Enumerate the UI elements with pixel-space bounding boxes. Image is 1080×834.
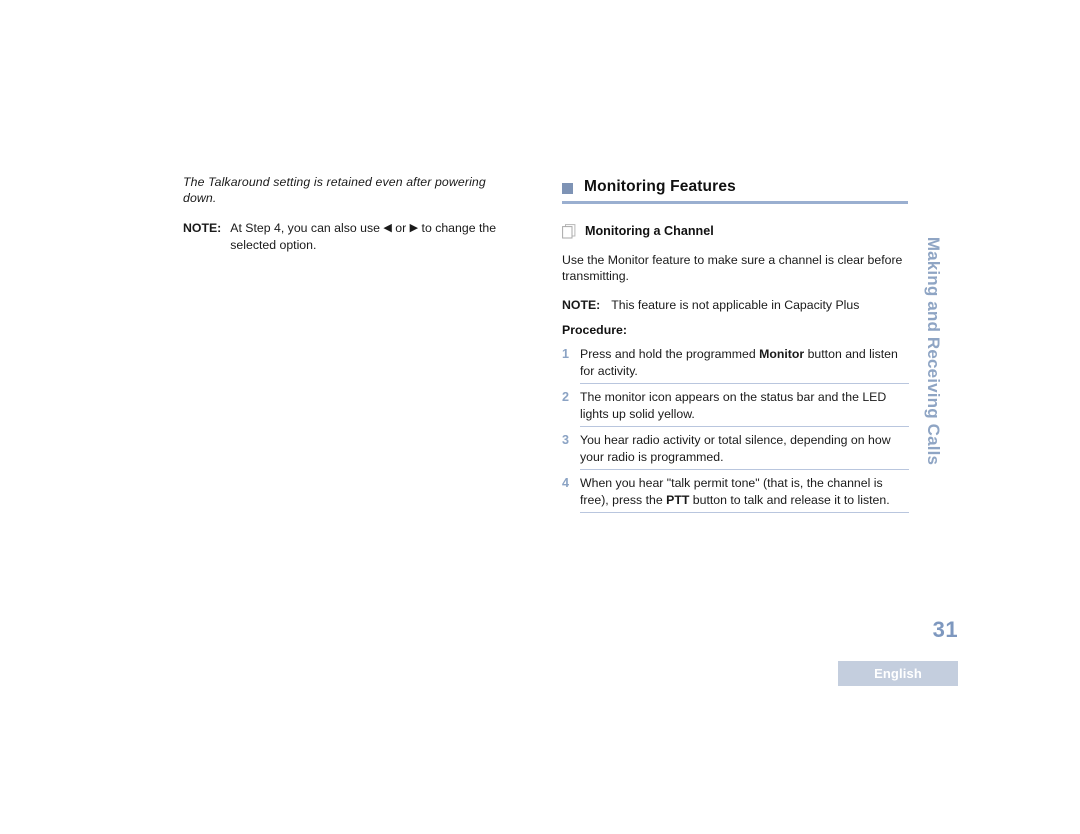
list-item: 2 The monitor icon appears on the status…	[562, 389, 909, 432]
right-arrow-icon: ▶	[409, 222, 419, 234]
left-note-block: NOTE: At Step 4, you can also use ◀ or ▶…	[183, 220, 519, 253]
list-item: 1 Press and hold the programmed Monitor …	[562, 346, 909, 389]
right-column: Monitoring Features Monitoring a Channel…	[562, 178, 909, 518]
right-note-block: NOTE: This feature is not applicable in …	[562, 297, 909, 314]
running-head-label: Making and Receiving Calls	[924, 236, 943, 466]
list-item: 3 You hear radio activity or total silen…	[562, 432, 909, 475]
page-title: Monitoring Features	[584, 178, 736, 195]
procedure-label: Procedure:	[562, 323, 627, 337]
note-text-between-icons: or	[391, 221, 410, 235]
step-text: The monitor icon appears on the status b…	[580, 389, 909, 427]
square-bullet-icon	[562, 182, 573, 194]
step-text-part1: The monitor icon appears on the status b…	[580, 390, 887, 421]
step-text: When you hear "talk permit tone" (that i…	[580, 475, 909, 513]
language-badge: English	[838, 661, 958, 686]
note-text-before-icons: At Step 4, you can also use	[230, 221, 384, 235]
left-arrow-icon: ◀	[383, 222, 392, 234]
step-number: 4	[562, 476, 570, 490]
step-text-part1: You hear radio activity or total silence…	[580, 433, 891, 464]
step-text: Press and hold the programmed Monitor bu…	[580, 346, 909, 384]
list-item: 4 When you hear "talk permit tone" (that…	[562, 475, 909, 518]
step-text-part2: button to talk and release it to listen.	[689, 492, 890, 507]
note-body: At Step 4, you can also use ◀ or ▶ to ch…	[230, 220, 519, 253]
note-label: NOTE:	[183, 221, 222, 235]
procedure-steps: 1 Press and hold the programmed Monitor …	[562, 346, 909, 518]
step-text-bold: Monitor	[759, 347, 805, 361]
subsection-heading: Monitoring a Channel	[562, 223, 909, 239]
step-number: 2	[562, 390, 570, 404]
step-number: 1	[562, 347, 570, 361]
note-label: NOTE:	[562, 297, 601, 312]
page-number: 31	[932, 617, 958, 642]
step-text-part1: Press and hold the programmed	[580, 347, 760, 361]
step-number: 3	[562, 433, 570, 447]
subsection-title: Monitoring a Channel	[585, 224, 714, 238]
note-body: This feature is not applicable in Capaci…	[611, 297, 860, 312]
stacked-pages-icon	[562, 223, 576, 239]
left-column: The Talkaround setting is retained even …	[183, 174, 519, 253]
step-text-bold: PTT	[666, 492, 690, 507]
talkaround-italic-note: The Talkaround setting is retained even …	[183, 175, 486, 205]
intro-paragraph: Use the Monitor feature to make sure a c…	[562, 252, 903, 284]
side-running-head: Making and Receiving Calls	[916, 218, 950, 484]
section-heading: Monitoring Features	[562, 178, 909, 201]
document-page: The Talkaround setting is retained even …	[0, 0, 1080, 834]
step-text: You hear radio activity or total silence…	[580, 432, 909, 470]
section-divider	[562, 201, 908, 204]
